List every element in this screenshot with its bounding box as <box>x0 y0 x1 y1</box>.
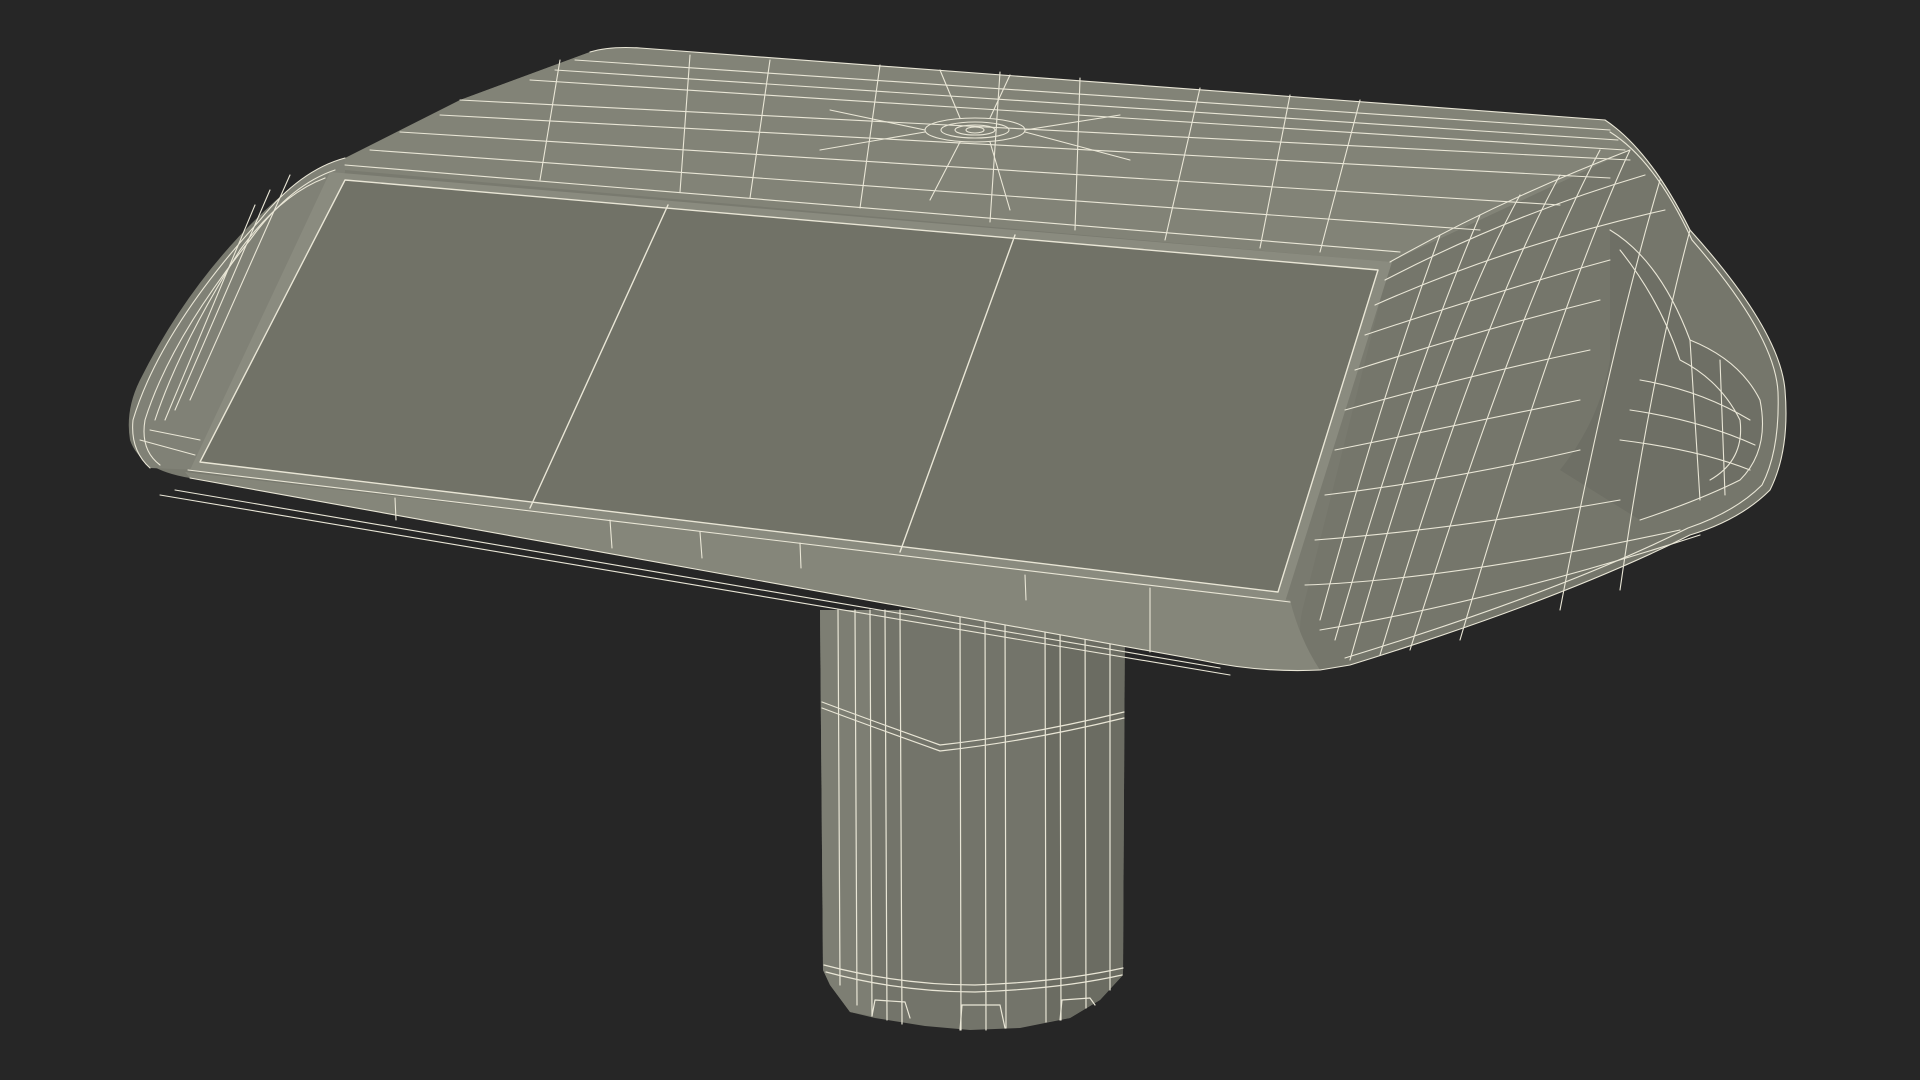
render-canvas <box>128 46 1787 1031</box>
pedestal <box>820 609 1125 1031</box>
pedestal-light <box>820 610 872 1016</box>
viewport-3d <box>0 0 1920 1080</box>
